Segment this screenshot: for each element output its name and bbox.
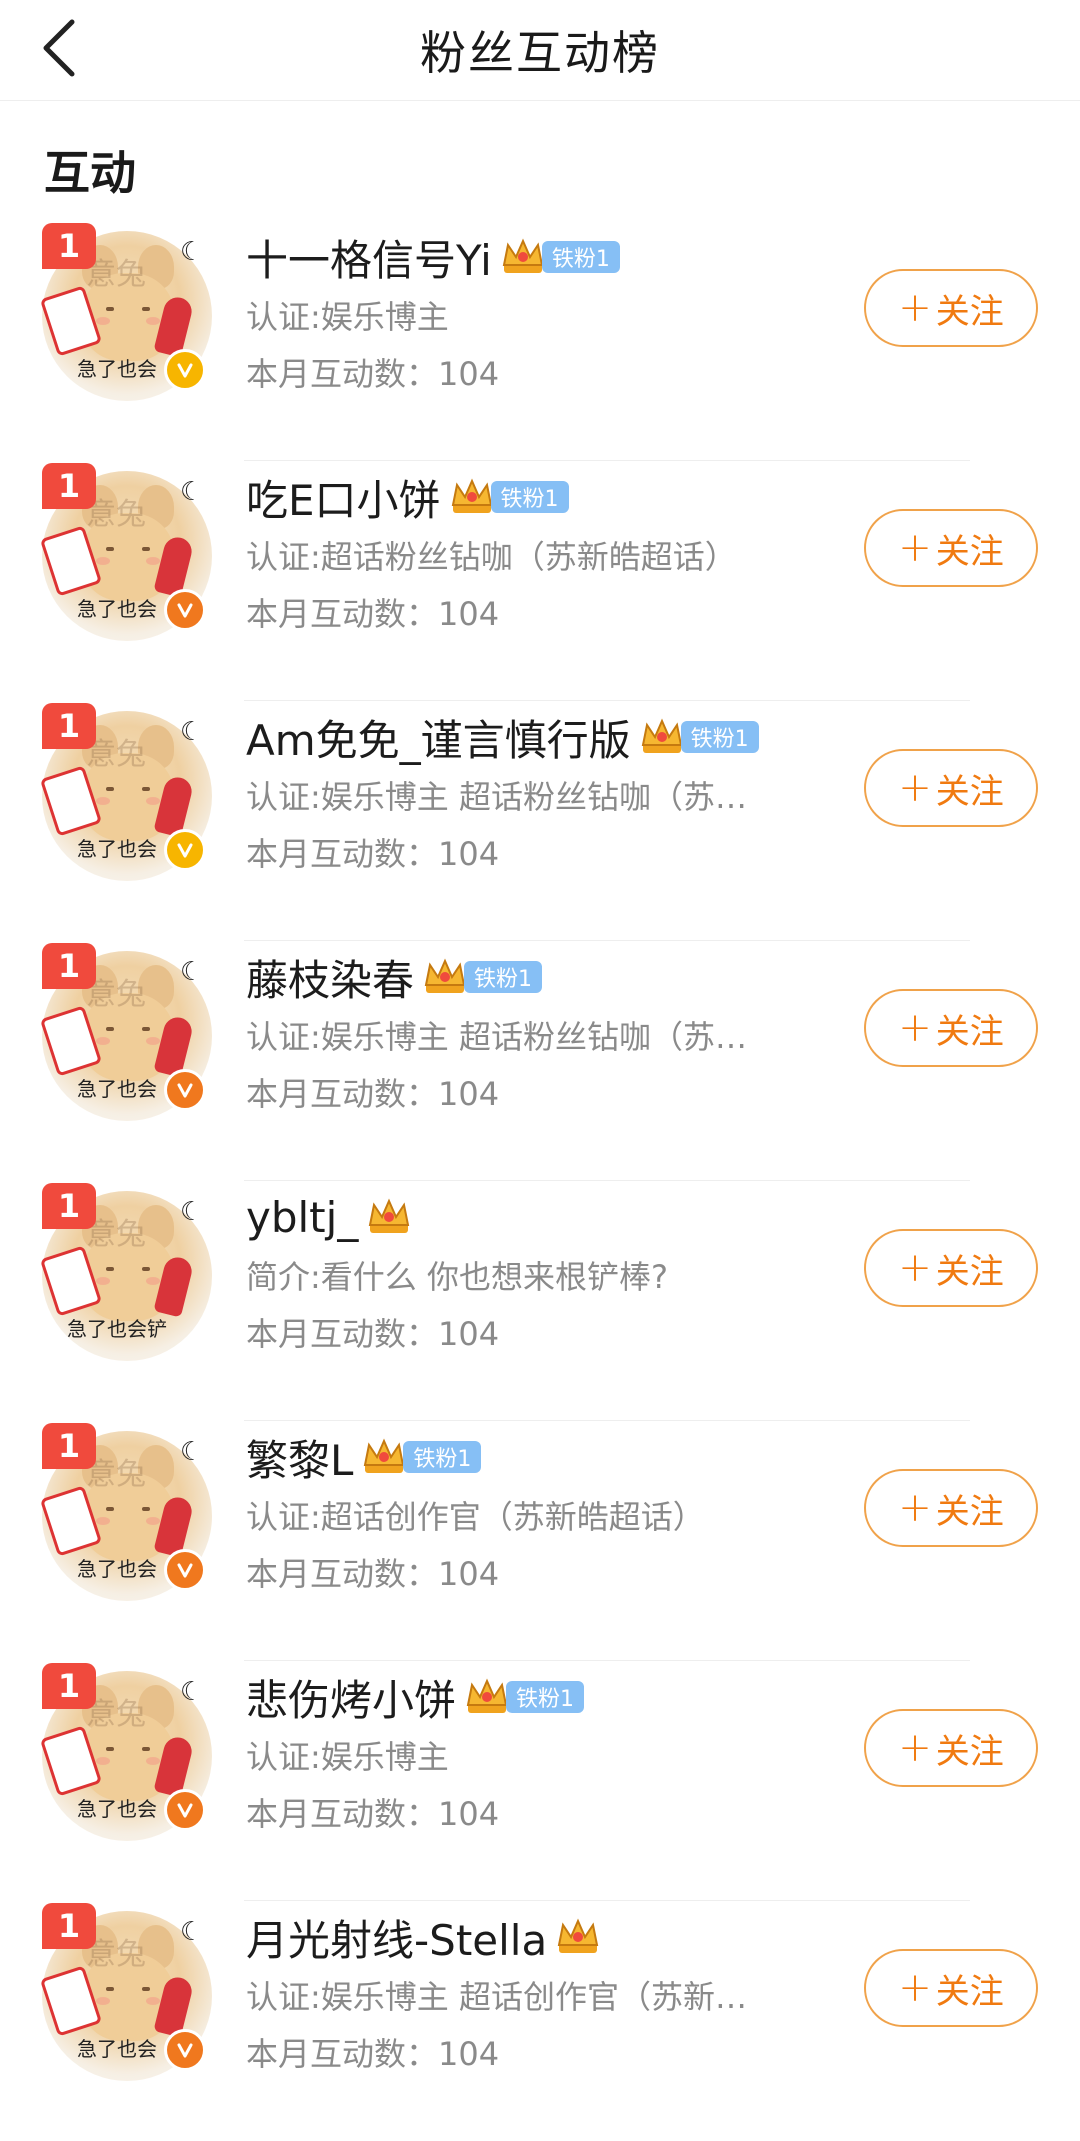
interaction-count: 本月互动数：104: [246, 355, 500, 393]
user-description: 简介:看什么 你也想来根铲棒?: [246, 1258, 668, 1296]
verified-badge-icon: [164, 1789, 206, 1831]
follow-label: 关注: [935, 1971, 1004, 2012]
follow-label: 关注: [935, 531, 1004, 572]
follow-label: 关注: [935, 1251, 1004, 1292]
crown-icon: [424, 958, 466, 993]
moon-icon: ☾: [180, 1437, 204, 1467]
user-name[interactable]: 悲伤烤小饼: [246, 1667, 456, 1728]
user-name[interactable]: ybltj_: [246, 1193, 358, 1242]
fan-list: ☾ 意兔 急了也会 1 十一格信号Yi 铁粉1 认证:娱乐博主 本月互动数：10…: [0, 221, 1080, 2141]
interaction-count: 本月互动数：104: [246, 1315, 500, 1353]
follow-label: 关注: [935, 1011, 1004, 1052]
page-title: 粉丝互动榜: [420, 26, 660, 80]
crown-icon: [641, 718, 682, 753]
moon-icon: ☾: [180, 717, 204, 747]
fan-level-tag: 铁粉1: [506, 1681, 585, 1713]
user-name[interactable]: 十一格信号Yi: [246, 227, 492, 288]
follow-label: 关注: [935, 771, 1004, 812]
list-item[interactable]: ☾ 意兔 急了也会 1 月光射线-Stella 认证:娱乐博主 超话创作官（苏新…: [0, 1901, 1080, 2141]
fan-level-tag: 铁粉1: [680, 721, 759, 753]
plus-icon: +: [898, 765, 932, 811]
follow-button[interactable]: + 关注: [864, 1949, 1038, 2027]
list-item[interactable]: ☾ 意兔 急了也会铲 1 ybltj_ 简介:看什么 你也想来根铲棒? 本月互动…: [0, 1181, 1080, 1421]
crown-icon: [502, 238, 544, 273]
avatar-caption: 急了也会铲: [67, 1317, 167, 1341]
fan-level-tag: 铁粉1: [490, 481, 569, 513]
rank-badge: 1: [42, 943, 96, 989]
follow-button[interactable]: + 关注: [864, 1229, 1038, 1307]
moon-icon: ☾: [180, 1197, 204, 1227]
user-name[interactable]: 月光射线-Stella: [246, 1907, 547, 1968]
top-bar: 粉丝互动榜: [0, 0, 1080, 101]
follow-button[interactable]: + 关注: [864, 749, 1038, 827]
rank-badge: 1: [42, 1663, 96, 1709]
list-item[interactable]: ☾ 意兔 急了也会 1 藤枝染春 铁粉1 认证:娱乐博主 超话粉丝钻咖（苏… 本…: [0, 941, 1080, 1181]
interaction-count: 本月互动数：104: [246, 595, 500, 633]
crown-icon: [466, 1678, 508, 1713]
crown-icon: [369, 1198, 410, 1233]
user-description: 认证:娱乐博主: [246, 298, 449, 336]
rank-badge: 1: [42, 1903, 96, 1949]
user-description: 认证:娱乐博主 超话粉丝钻咖（苏…: [246, 778, 747, 816]
verified-badge-icon: [164, 1549, 206, 1591]
follow-label: 关注: [935, 291, 1004, 332]
verified-badge-icon: [164, 1069, 206, 1111]
plus-icon: +: [898, 1965, 932, 2011]
user-description: 认证:娱乐博主: [246, 1738, 449, 1776]
plus-icon: +: [898, 1485, 932, 1531]
section-title: 互动: [44, 146, 136, 200]
rank-badge: 1: [42, 223, 96, 269]
interaction-count: 本月互动数：104: [246, 1555, 500, 1593]
user-description: 认证:娱乐博主 超话粉丝钻咖（苏…: [246, 1018, 747, 1056]
list-item[interactable]: ☾ 意兔 急了也会 1 悲伤烤小饼 铁粉1 认证:娱乐博主 本月互动数：104 …: [0, 1661, 1080, 1901]
plus-icon: +: [898, 285, 932, 331]
follow-label: 关注: [935, 1491, 1004, 1532]
rank-badge: 1: [42, 1183, 96, 1229]
crown-icon: [451, 478, 492, 513]
back-arrow-icon[interactable]: [36, 14, 92, 82]
plus-icon: +: [898, 525, 932, 571]
moon-icon: ☾: [180, 237, 204, 267]
plus-icon: +: [898, 1245, 932, 1291]
moon-icon: ☾: [180, 477, 204, 507]
follow-button[interactable]: + 关注: [864, 989, 1038, 1067]
follow-button[interactable]: + 关注: [864, 269, 1038, 347]
moon-icon: ☾: [180, 1677, 204, 1707]
list-item[interactable]: ☾ 意兔 急了也会 1 十一格信号Yi 铁粉1 认证:娱乐博主 本月互动数：10…: [0, 221, 1080, 461]
fan-level-tag: 铁粉1: [464, 961, 543, 993]
interaction-count: 本月互动数：104: [246, 2035, 500, 2073]
crown-icon: [557, 1918, 599, 1953]
user-name[interactable]: 藤枝染春: [246, 947, 414, 1008]
interaction-count: 本月互动数：104: [246, 1795, 500, 1833]
user-name[interactable]: 吃E口小饼: [246, 467, 441, 528]
list-item[interactable]: ☾ 意兔 急了也会 1 吃E口小饼 铁粉1 认证:超话粉丝钻咖（苏新皓超话） 本…: [0, 461, 1080, 701]
list-item[interactable]: ☾ 意兔 急了也会 1 繁黎L 铁粉1 认证:超话创作官（苏新皓超话） 本月互动…: [0, 1421, 1080, 1661]
user-description: 认证:超话粉丝钻咖（苏新皓超话）: [246, 538, 737, 576]
rank-badge: 1: [42, 463, 96, 509]
follow-button[interactable]: + 关注: [864, 1469, 1038, 1547]
plus-icon: +: [898, 1005, 932, 1051]
follow-button[interactable]: + 关注: [864, 1709, 1038, 1787]
plus-icon: +: [898, 1725, 932, 1771]
interaction-count: 本月互动数：104: [246, 1075, 500, 1113]
verified-badge-icon: [164, 349, 206, 391]
interaction-count: 本月互动数：104: [246, 835, 500, 873]
moon-icon: ☾: [180, 1917, 204, 1947]
crown-icon: [364, 1438, 405, 1473]
user-description: 认证:娱乐博主 超话创作官（苏新…: [246, 1978, 747, 2016]
rank-badge: 1: [42, 703, 96, 749]
list-item[interactable]: ☾ 意兔 急了也会 1 Am免免_谨言慎行版 铁粉1 认证:娱乐博主 超话粉丝钻…: [0, 701, 1080, 941]
user-description: 认证:超话创作官（苏新皓超话）: [246, 1498, 705, 1536]
verified-badge-icon: [164, 829, 206, 871]
follow-label: 关注: [935, 1731, 1004, 1772]
user-name[interactable]: Am免免_谨言慎行版: [246, 707, 631, 768]
rank-badge: 1: [42, 1423, 96, 1469]
user-name[interactable]: 繁黎L: [246, 1427, 353, 1488]
moon-icon: ☾: [180, 957, 204, 987]
fan-level-tag: 铁粉1: [541, 241, 620, 273]
verified-badge-icon: [164, 589, 206, 631]
verified-badge-icon: [164, 2029, 206, 2071]
follow-button[interactable]: + 关注: [864, 509, 1038, 587]
fan-level-tag: 铁粉1: [403, 1441, 482, 1473]
